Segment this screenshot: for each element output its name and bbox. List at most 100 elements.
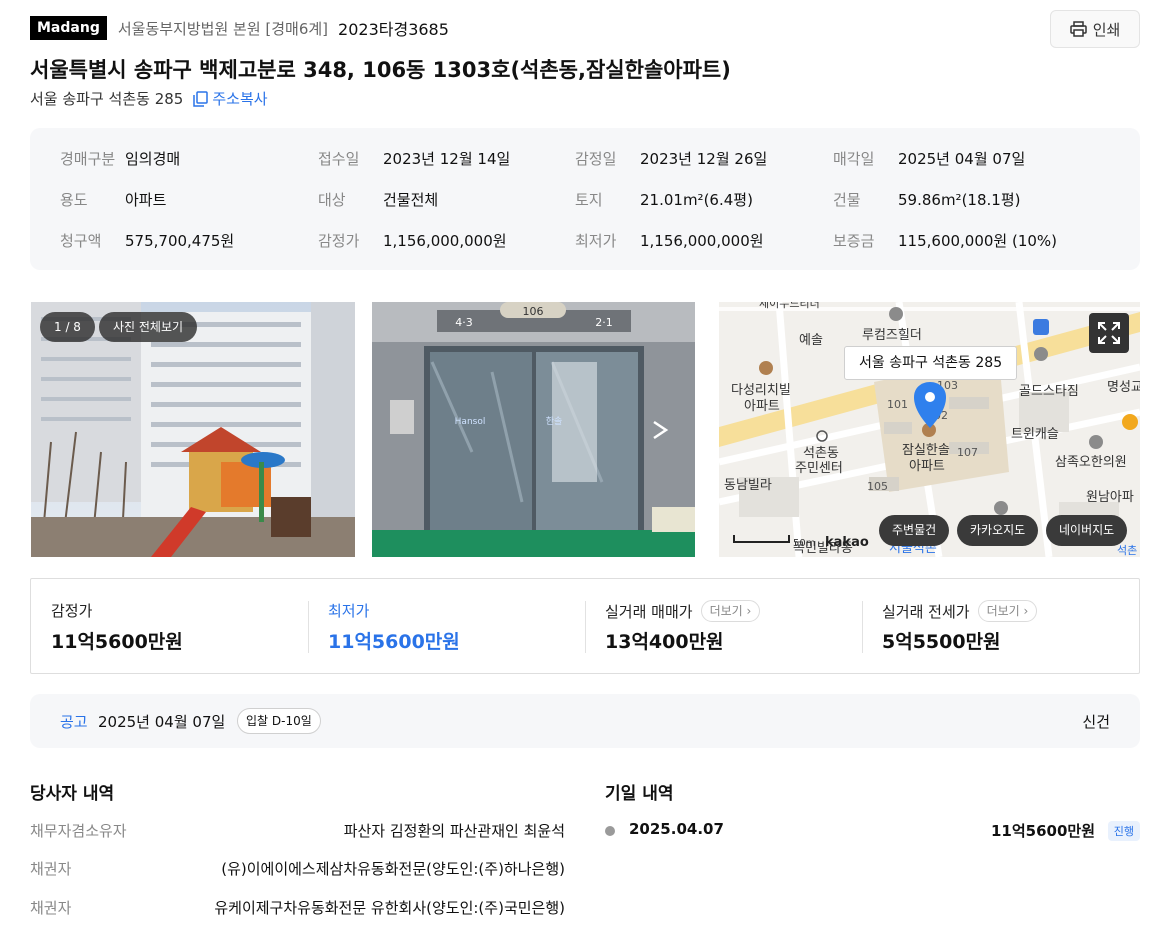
party-role: 채권자 <box>30 860 72 878</box>
info-row: 경매구분 임의경매 접수일 2023년 12월 14일 감정일 2023년 12월 2… <box>30 148 1140 172</box>
kakao-logo: kakao <box>825 535 869 550</box>
map-label: 원남아파 <box>1086 490 1134 505</box>
timeline-dot-icon <box>605 826 615 836</box>
page-title: 서울특별시 송파구 백제고분로 348, 106동 1303호(석촌동,잠실한솔… <box>30 58 731 82</box>
minimum-value: 11억5600만원 <box>328 631 460 653</box>
info-value: 2023년 12월 26일 <box>640 150 768 168</box>
sale-label-row: 실거래 매매가 더보기 › <box>605 600 761 622</box>
map-fullscreen-button[interactable] <box>1089 313 1129 353</box>
expand-icon <box>1098 322 1120 344</box>
schedule-row: 2025.04.07 11억5600만원 진행 <box>605 820 1140 842</box>
chevron-right-icon: › <box>746 604 752 618</box>
print-button[interactable]: 인쇄 <box>1050 10 1140 48</box>
info-value: 59.86m²(18.1평) <box>898 191 1021 209</box>
info-key: 토지 <box>575 191 603 209</box>
photo-apartment-exterior[interactable]: 1 / 8 사진 전체보기 <box>31 302 355 557</box>
map-label: 석촌 <box>1117 544 1137 557</box>
schedule-amount: 11억5600만원 <box>990 822 1095 840</box>
info-key: 감정일 <box>575 150 617 168</box>
view-all-photos-button[interactable]: 사진 전체보기 <box>99 312 198 342</box>
party-name: 유케이제구차유동화전문 유한회사(양도인:(주)국민은행) <box>214 899 565 917</box>
appraisal-label: 감정가 <box>51 602 93 620</box>
naver-map-button[interactable]: 네이버지도 <box>1046 515 1128 546</box>
more-label: 더보기 <box>709 604 743 618</box>
map-label: 아파트 <box>909 459 945 474</box>
price-summary: 감정가 11억5600만원 최저가 11억5600만원 실거래 매매가 더보기 … <box>30 578 1140 674</box>
info-key: 건물 <box>833 191 861 209</box>
copy-icon <box>193 90 209 107</box>
photo-building-entrance[interactable]: 106 4·3 2·1 Hansol 한솔 <box>372 302 695 557</box>
schedule-date: 2025.04.07 <box>629 820 724 838</box>
party-row: 채무자겸소유자 파산자 김정환의 파산관재인 최윤석 <box>30 820 565 842</box>
map-label: 석촌동 <box>803 446 839 461</box>
info-value: 2023년 12월 14일 <box>383 150 511 168</box>
map-building-number: 105 <box>867 480 888 493</box>
bus-stop-icon <box>1033 319 1049 335</box>
building-number-sign: 106 <box>523 305 544 318</box>
info-row: 청구액 575,700,475원 감정가 1,156,000,000원 최저가 1,1… <box>30 230 1140 254</box>
party-role: 채권자 <box>30 899 72 917</box>
info-row: 용도 아파트 대상 건물전체 토지 21.01m²(6.4평) 건물 59.86m²(1… <box>30 189 1140 213</box>
photo-counter: 1 / 8 <box>40 312 95 342</box>
parties-title: 당사자 내역 <box>30 784 115 804</box>
sale-value: 13억400만원 <box>605 631 724 653</box>
glass-label-right: 한솔 <box>546 416 563 427</box>
chevron-right-icon: › <box>1023 604 1029 618</box>
map-building-number: 107 <box>957 446 978 459</box>
minimum-price: 최저가 11억5600만원 <box>308 579 585 673</box>
more-label: 더보기 <box>986 604 1020 618</box>
info-key: 감정가 <box>318 232 360 250</box>
case-type-link[interactable]: 신건 <box>1082 711 1110 732</box>
info-value: 임의경매 <box>125 150 181 168</box>
printer-icon <box>1069 21 1087 37</box>
map-poi-icon <box>889 307 903 321</box>
appraisal-price: 감정가 11억5600만원 <box>31 579 308 673</box>
info-key: 보증금 <box>833 232 875 250</box>
map-label: 아파트 <box>744 399 780 414</box>
info-key: 경매구분 <box>60 150 116 168</box>
actual-sale-price: 실거래 매매가 더보기 › 13억400만원 <box>585 579 862 673</box>
lot-address: 서울 송파구 석촌동 285 <box>30 90 184 108</box>
building-entrance-image: 106 4·3 2·1 Hansol 한솔 <box>372 302 695 557</box>
info-value: 1,156,000,000원 <box>640 232 764 250</box>
minimum-label: 최저가 <box>328 602 370 620</box>
rent-label-row: 실거래 전세가 더보기 › <box>882 600 1038 622</box>
party-name: 파산자 김정환의 파산관재인 최윤석 <box>343 822 565 840</box>
court-name: 서울동부지방법원 본원 [경매6계] <box>117 19 329 38</box>
info-key: 매각일 <box>833 150 875 168</box>
map-label: 명성교 <box>1107 380 1140 395</box>
nearby-listings-button[interactable]: 주변물건 <box>879 515 950 546</box>
info-value: 115,600,000원 (10%) <box>898 232 1058 250</box>
auction-info-panel: 경매구분 임의경매 접수일 2023년 12월 14일 감정일 2023년 12월 2… <box>30 128 1140 270</box>
info-key: 대상 <box>318 191 346 209</box>
map-label: 세이누드리더 <box>759 302 820 310</box>
location-map[interactable]: 예솔 루컴즈힐더 다성리치빌 아파트 골드스타짐 명성교 트윈캐슬 삼족오한의원… <box>719 302 1140 557</box>
rent-more-button[interactable]: 더보기 › <box>977 600 1038 622</box>
copy-address-button[interactable]: 주소복사 <box>193 88 268 109</box>
lot-address-row: 서울 송파구 석촌동 285 주소복사 <box>30 88 268 109</box>
map-label: 예솔 <box>799 333 823 348</box>
info-value: 1,156,000,000원 <box>383 232 507 250</box>
map-poi-icon <box>1089 435 1103 449</box>
map-building-number: 101 <box>887 398 908 411</box>
glass-label-left: Hansol <box>455 417 486 427</box>
sale-more-button[interactable]: 더보기 › <box>700 600 761 622</box>
map-label: 삼족오한의원 <box>1055 455 1127 470</box>
party-name: (유)이에이에스제삼차유동화전문(양도인:(주)하나은행) <box>221 860 565 878</box>
rent-label: 실거래 전세가 <box>882 602 970 621</box>
info-value: 21.01m²(6.4평) <box>640 191 753 209</box>
info-value: 575,700,475원 <box>125 232 235 250</box>
madang-logo[interactable]: Madang <box>30 16 107 40</box>
map-poi-icon <box>1034 347 1048 361</box>
info-key: 접수일 <box>318 150 360 168</box>
party-row: 채권자 유케이제구차유동화전문 유한회사(양도인:(주)국민은행) <box>30 897 565 919</box>
schedule-title: 기일 내역 <box>605 784 674 804</box>
map-scale-label: 50m <box>793 538 815 549</box>
page-header: Madang 서울동부지방법원 본원 [경매6계] 2023타경3685 인쇄 … <box>30 10 1140 108</box>
kakao-map-button[interactable]: 카카오지도 <box>957 515 1039 546</box>
rent-value: 5억5500만원 <box>882 631 1001 653</box>
notice-label: 공고 <box>60 713 88 731</box>
copy-address-label: 주소복사 <box>212 90 268 108</box>
door-sign-right: 2·1 <box>595 316 613 329</box>
sale-label: 실거래 매매가 <box>605 602 693 621</box>
